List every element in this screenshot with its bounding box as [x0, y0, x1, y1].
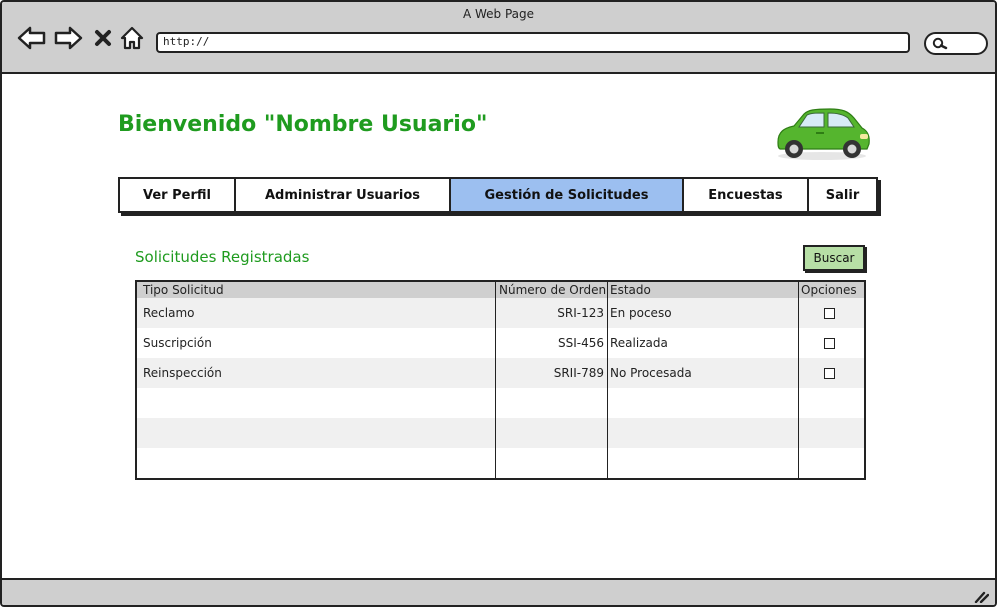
- column-header-tipo[interactable]: Tipo Solicitud: [143, 283, 224, 297]
- search-box[interactable]: [924, 32, 988, 55]
- cell-tipo: Reinspección: [143, 366, 222, 380]
- close-icon[interactable]: [92, 24, 114, 52]
- car-logo-icon: [772, 104, 872, 166]
- column-divider: [607, 282, 608, 478]
- cell-numero: SRI-123: [557, 306, 604, 320]
- url-text: http://: [163, 35, 210, 48]
- cell-numero: SSI-456: [557, 336, 604, 350]
- table-row[interactable]: [137, 328, 864, 358]
- main-menu: Ver Perfil Administrar Usuarios Gestión …: [118, 177, 878, 213]
- cell-numero: SRII-789: [553, 366, 604, 380]
- row-checkbox[interactable]: [824, 368, 835, 379]
- cell-tipo: Suscripción: [143, 336, 212, 350]
- cell-estado: No Procesada: [610, 366, 692, 380]
- cell-estado: En poceso: [610, 306, 672, 320]
- cell-tipo: Reclamo: [143, 306, 195, 320]
- row-checkbox[interactable]: [824, 338, 835, 349]
- browser-toolbar: A Web Page http://: [2, 2, 995, 74]
- arrow-right-icon[interactable]: [52, 24, 84, 52]
- table-row: [137, 418, 864, 448]
- menu-item-administrar-usuarios[interactable]: Administrar Usuarios: [236, 179, 451, 211]
- table-row: [137, 388, 864, 418]
- menu-item-gestion-solicitudes[interactable]: Gestión de Solicitudes: [451, 179, 684, 211]
- arrow-left-icon[interactable]: [16, 24, 48, 52]
- status-bar: [2, 578, 995, 605]
- cell-estado: Realizada: [610, 336, 668, 350]
- search-button[interactable]: Buscar: [803, 245, 865, 271]
- column-divider: [798, 282, 799, 478]
- section-title: Solicitudes Registradas: [135, 248, 310, 266]
- address-bar[interactable]: http://: [156, 32, 910, 53]
- menu-item-ver-perfil[interactable]: Ver Perfil: [120, 179, 236, 211]
- table-row[interactable]: [137, 298, 864, 328]
- browser-window: A Web Page http:// Bienvenido "Nombre Us…: [0, 0, 997, 607]
- table-row: [137, 448, 864, 478]
- column-header-opciones[interactable]: Opciones: [801, 283, 857, 297]
- column-divider: [495, 282, 496, 478]
- table-row[interactable]: [137, 358, 864, 388]
- welcome-heading: Bienvenido "Nombre Usuario": [118, 112, 488, 137]
- column-header-numero[interactable]: Número de Orden: [499, 283, 606, 297]
- menu-item-salir[interactable]: Salir: [809, 179, 876, 211]
- window-title: A Web Page: [462, 7, 535, 21]
- page-content: Bienvenido "Nombre Usuario" Ver Perfil A…: [2, 74, 995, 578]
- home-icon[interactable]: [118, 24, 146, 52]
- menu-item-encuestas[interactable]: Encuestas: [684, 179, 809, 211]
- requests-table: Tipo Solicitud Número de Orden Estado Op…: [135, 280, 866, 480]
- row-checkbox[interactable]: [824, 308, 835, 319]
- search-icon: [932, 37, 948, 50]
- column-header-estado[interactable]: Estado: [610, 283, 651, 297]
- resize-grip-icon[interactable]: [973, 589, 989, 603]
